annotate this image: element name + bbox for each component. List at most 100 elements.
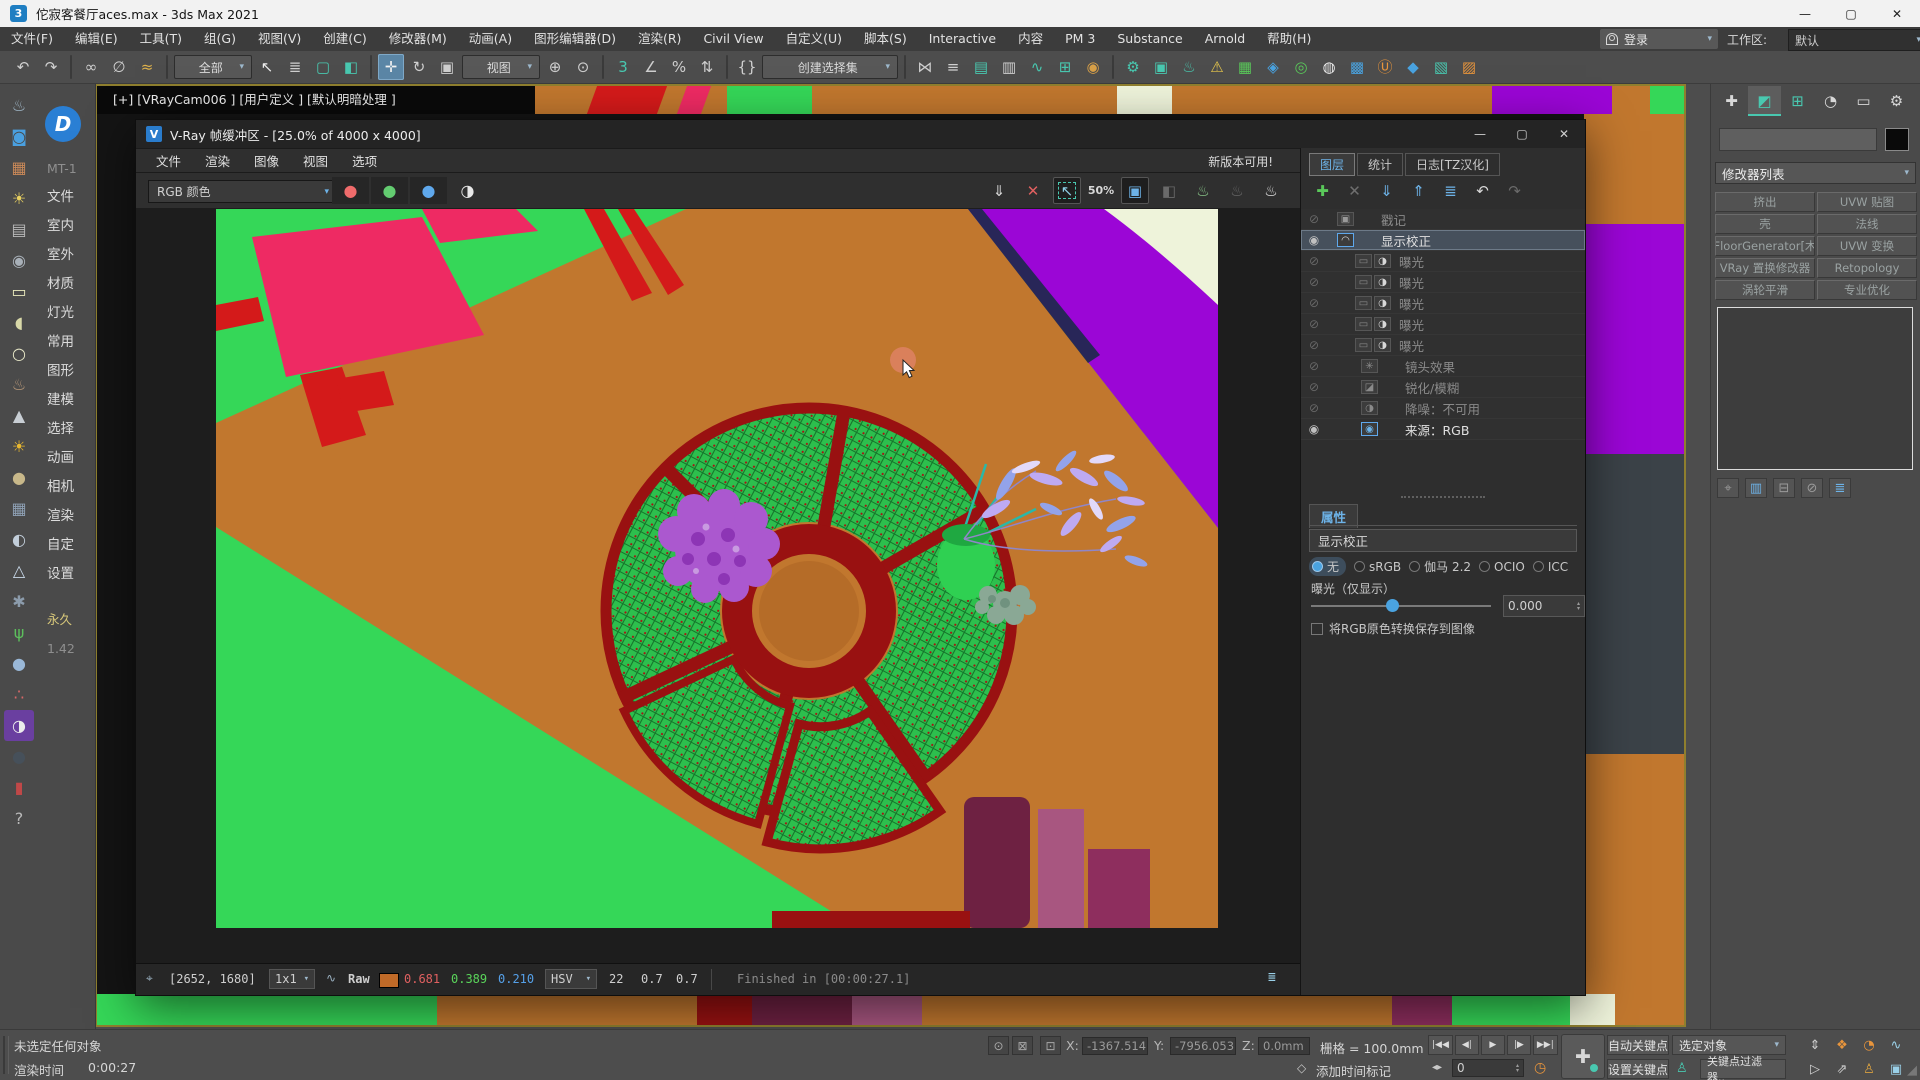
help-icon[interactable]: ?: [4, 803, 34, 834]
configure-modifier-sets-icon[interactable]: ≣: [1829, 478, 1851, 498]
unlink-selection-icon[interactable]: ∅: [106, 54, 132, 80]
radio-option[interactable]: ICC: [1533, 560, 1568, 574]
pixel-ratio-dropdown[interactable]: 1x1▾: [269, 969, 315, 989]
layer-row[interactable]: ⊘ ✳ 镜头效果: [1301, 356, 1585, 377]
dark-sphere-icon[interactable]: ●: [4, 741, 34, 772]
lamp-icon[interactable]: ☀: [4, 183, 34, 214]
modifier-button[interactable]: VRay 置换修改器: [1715, 258, 1815, 278]
vfb-minimize-button[interactable]: —: [1459, 120, 1501, 148]
sidebar-item[interactable]: 灯光: [38, 299, 95, 328]
sphere-icon[interactable]: ●: [4, 462, 34, 493]
go-to-end-button[interactable]: ▶▶|: [1533, 1035, 1558, 1055]
selection-filter-dropdown[interactable]: 全部 ▾: [174, 55, 252, 79]
vfb-menu-item[interactable]: 渲染: [193, 151, 242, 170]
key-filters-button[interactable]: 关键点过滤器..: [1700, 1059, 1786, 1079]
layer-manager-icon[interactable]: ▤: [968, 54, 994, 80]
save-image-icon[interactable]: ⇓: [985, 177, 1013, 204]
z-coordinate-field[interactable]: 0.0mm: [1258, 1037, 1310, 1055]
render-setup-icon[interactable]: ⚙: [1120, 54, 1146, 80]
y-coordinate-field[interactable]: -7956.053: [1170, 1037, 1236, 1055]
menu-item[interactable]: 视图(V): [247, 27, 312, 51]
render-teapot-icon[interactable]: ♨: [1257, 177, 1285, 204]
layer-row[interactable]: ◉ ◠ 显示校正: [1301, 230, 1585, 251]
auto-key-button[interactable]: 自动关键点: [1607, 1035, 1669, 1055]
frame-spinner-icon[interactable]: ◂▸: [1432, 1062, 1442, 1073]
utilities-tab-icon[interactable]: ⚙: [1880, 86, 1913, 116]
person-mode-icon[interactable]: ♙: [1858, 1059, 1880, 1079]
menu-item[interactable]: 动画(A): [458, 27, 523, 51]
menu-item[interactable]: 组(G): [193, 27, 247, 51]
palette-icon[interactable]: ◑: [4, 710, 34, 741]
menu-item[interactable]: Arnold: [1194, 27, 1256, 51]
maximize-button[interactable]: ▢: [1828, 0, 1874, 27]
redo-layer-icon[interactable]: ↷: [1501, 178, 1528, 203]
modifier-list-dropdown[interactable]: 修改器列表 ▾: [1715, 162, 1916, 184]
teapot-icon[interactable]: ♨: [4, 90, 34, 121]
select-object-icon[interactable]: ↖: [254, 54, 280, 80]
red-box-icon[interactable]: ▮: [4, 772, 34, 803]
visibility-toggle-icon[interactable]: ⊘: [1301, 317, 1327, 331]
update-notice-link[interactable]: 新版本可用!: [1208, 153, 1273, 170]
sidebar-item[interactable]: 自定: [38, 531, 95, 560]
layer-row[interactable]: ⊘ ▭ ◑ 曝光: [1301, 251, 1585, 272]
menu-item[interactable]: 文件(F): [0, 27, 64, 51]
modifier-button[interactable]: UVW 贴图: [1817, 192, 1917, 212]
sidebar-item[interactable]: 室内: [38, 212, 95, 241]
make-unique-icon[interactable]: ⊟: [1773, 478, 1795, 498]
rectangular-selection-icon[interactable]: ▢: [310, 54, 336, 80]
transform-type-in-icon[interactable]: ⊡: [1040, 1036, 1061, 1055]
sidebar-item[interactable]: 选择: [38, 415, 95, 444]
spinner-snap-icon[interactable]: ⇅: [694, 54, 720, 80]
angle-snap-icon[interactable]: ∠: [638, 54, 664, 80]
grass-icon[interactable]: ψ: [4, 617, 34, 648]
hierarchy-tab-icon[interactable]: ⊞: [1781, 86, 1814, 116]
menu-item[interactable]: 脚本(S): [853, 27, 918, 51]
vfb-panel-tab[interactable]: 日志[TZ汉化]: [1405, 153, 1500, 176]
camera-icon[interactable]: ◉: [4, 245, 34, 276]
radio-option[interactable]: 无: [1309, 557, 1346, 576]
add-time-tag[interactable]: 添加时间标记: [1316, 1061, 1391, 1080]
red-channel-icon[interactable]: ●: [332, 177, 369, 204]
bind-to-space-warp-icon[interactable]: ≈: [134, 54, 160, 80]
rendered-image[interactable]: [216, 209, 1218, 928]
percent-snap-icon[interactable]: %: [666, 54, 692, 80]
delete-layer-icon[interactable]: ✕: [1341, 178, 1368, 203]
menu-item[interactable]: 渲染(R): [627, 27, 692, 51]
object-name-field[interactable]: [1719, 128, 1877, 151]
modifier-button[interactable]: 法线: [1817, 214, 1917, 234]
align-icon[interactable]: ≡: [940, 54, 966, 80]
sidebar-item[interactable]: 相机: [38, 473, 95, 502]
plane-light-icon[interactable]: ▭: [4, 276, 34, 307]
bricks-icon[interactable]: ▦: [4, 493, 34, 524]
render-warning-icon[interactable]: ⚠: [1204, 54, 1230, 80]
play-button[interactable]: ▶: [1481, 1035, 1505, 1055]
menu-item[interactable]: Interactive: [918, 27, 1007, 51]
arnold-icon[interactable]: ◍: [1316, 54, 1342, 80]
selection-set-dropdown[interactable]: 选定对象 ▾: [1672, 1035, 1786, 1055]
exposure-value-field[interactable]: 0.000 ▴▾: [1503, 595, 1585, 617]
walkthrough-icon[interactable]: ⇗: [1831, 1059, 1853, 1079]
picture-icon[interactable]: ▦: [4, 152, 34, 183]
modifier-button[interactable]: 涡轮平滑: [1715, 280, 1815, 300]
menu-item[interactable]: 编辑(E): [64, 27, 129, 51]
extra-tool-icon[interactable]: ▧: [1428, 54, 1454, 80]
maximize-viewport-icon[interactable]: ▣: [1885, 1059, 1907, 1079]
render-production-icon[interactable]: ♨: [1176, 54, 1202, 80]
move-tool-icon[interactable]: ✛: [378, 54, 404, 80]
visibility-toggle-icon[interactable]: ◉: [1301, 422, 1327, 436]
close-button[interactable]: ✕: [1874, 0, 1920, 27]
visibility-toggle-icon[interactable]: ◉: [1301, 233, 1327, 247]
set-key-button[interactable]: 设置关键点: [1607, 1059, 1669, 1079]
mono-channel-icon[interactable]: ◑: [449, 177, 486, 204]
modifier-button[interactable]: 专业优化: [1817, 280, 1917, 300]
layer-row[interactable]: ◉ ◉ 来源：RGB: [1301, 419, 1585, 440]
pyramid-icon[interactable]: △: [4, 555, 34, 586]
vfb-panel-tab[interactable]: 图层: [1309, 153, 1355, 176]
visibility-toggle-icon[interactable]: ⊘: [1301, 254, 1327, 268]
visibility-toggle-icon[interactable]: ⊘: [1301, 401, 1327, 415]
motion-tab-icon[interactable]: ◔: [1814, 86, 1847, 116]
vfb-menu-item[interactable]: 视图: [291, 151, 340, 170]
sidebar-item[interactable]: 设置: [38, 560, 95, 589]
zoom-level-button[interactable]: 50%: [1087, 177, 1115, 204]
set-keys-button[interactable]: ✚: [1561, 1034, 1605, 1079]
